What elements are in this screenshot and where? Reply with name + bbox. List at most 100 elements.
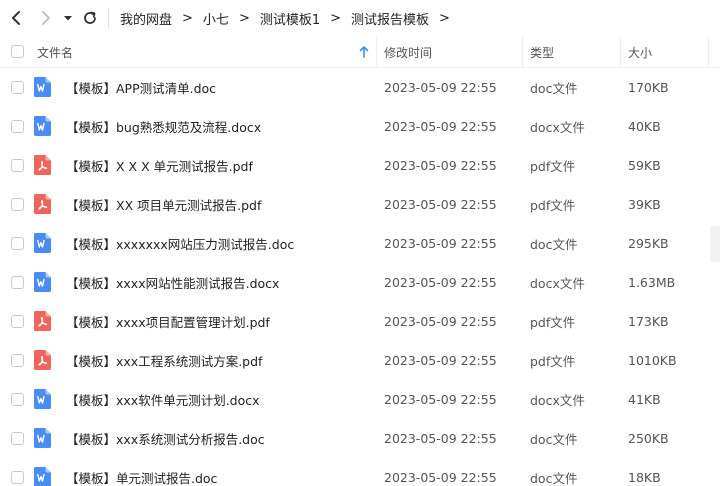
table-row[interactable]: 【模板】XX 项目单元测试报告.pdf 2023-05-09 22:55 pdf…: [0, 185, 720, 224]
file-size: 59KB: [628, 158, 661, 173]
file-size: 250KB: [628, 431, 669, 446]
file-type: docx文件: [530, 120, 585, 135]
forward-button[interactable]: [34, 5, 58, 31]
file-modified: 2023-05-09 22:55: [384, 392, 497, 407]
word-file-icon: [34, 233, 51, 253]
word-file-icon: [34, 389, 51, 409]
file-type: pdf文件: [530, 354, 576, 369]
row-checkbox[interactable]: [11, 315, 24, 328]
navigation-bar: 我的网盘 > 小七 > 测试模板1 > 测试报告模板 >: [0, 0, 720, 36]
column-divider[interactable]: [522, 36, 523, 68]
row-checkbox[interactable]: [11, 276, 24, 289]
file-name[interactable]: 【模板】xxx软件单元测计划.docx: [66, 380, 260, 419]
table-row[interactable]: 【模板】单元测试报告.doc 2023-05-09 22:55 doc文件 18…: [0, 458, 720, 486]
file-name[interactable]: 【模板】XX 项目单元测试报告.pdf: [66, 185, 261, 224]
file-modified: 2023-05-09 22:55: [384, 353, 497, 368]
table-row[interactable]: 【模板】xxx软件单元测计划.docx 2023-05-09 22:55 doc…: [0, 380, 720, 419]
column-header-name[interactable]: 文件名: [37, 36, 73, 68]
table-row[interactable]: 【模板】xxxx网站性能测试报告.docx 2023-05-09 22:55 d…: [0, 263, 720, 302]
word-file-icon: [34, 77, 51, 97]
file-size: 1.63MB: [628, 275, 676, 290]
file-name[interactable]: 【模板】xxx系统测试分析报告.doc: [66, 419, 265, 458]
table-row[interactable]: 【模板】xxxxxxx网站压力测试报告.doc 2023-05-09 22:55…: [0, 224, 720, 263]
file-type: pdf文件: [530, 315, 576, 330]
word-file-icon: [34, 428, 51, 448]
refresh-icon: [84, 11, 96, 24]
pdf-file-icon: [34, 194, 51, 214]
file-modified: 2023-05-09 22:55: [384, 158, 497, 173]
file-modified: 2023-05-09 22:55: [384, 470, 497, 485]
column-divider[interactable]: [708, 36, 709, 68]
scrollbar-thumb[interactable]: [710, 226, 720, 262]
breadcrumb-separator: >: [330, 10, 342, 26]
history-dropdown-button[interactable]: [58, 5, 78, 31]
file-name[interactable]: 【模板】单元测试报告.doc: [66, 458, 217, 486]
breadcrumb-item[interactable]: 测试模板1: [260, 9, 320, 28]
table-row[interactable]: 【模板】bug熟悉规范及流程.docx 2023-05-09 22:55 doc…: [0, 107, 720, 146]
file-size: 41KB: [628, 392, 661, 407]
file-size: 170KB: [628, 80, 669, 95]
nav-divider: [108, 8, 109, 28]
word-file-icon: [34, 467, 51, 486]
file-modified: 2023-05-09 22:55: [384, 236, 497, 251]
file-name[interactable]: 【模板】xxxx网站性能测试报告.docx: [66, 263, 279, 302]
file-name[interactable]: 【模板】X X X 单元测试报告.pdf: [66, 146, 253, 185]
row-checkbox[interactable]: [11, 159, 24, 172]
file-size: 39KB: [628, 197, 661, 212]
back-button[interactable]: [4, 5, 28, 31]
table-row[interactable]: 【模板】X X X 单元测试报告.pdf 2023-05-09 22:55 pd…: [0, 146, 720, 185]
file-name[interactable]: 【模板】xxx工程系统测试方案.pdf: [66, 341, 262, 380]
file-name[interactable]: 【模板】xxxx项目配置管理计划.pdf: [66, 302, 270, 341]
table-row[interactable]: 【模板】xxx工程系统测试方案.pdf 2023-05-09 22:55 pdf…: [0, 341, 720, 380]
word-file-icon: [34, 116, 51, 136]
file-size: 40KB: [628, 119, 661, 134]
column-divider[interactable]: [620, 36, 621, 68]
row-checkbox[interactable]: [11, 354, 24, 367]
breadcrumb-item[interactable]: 小七: [203, 9, 229, 28]
row-checkbox[interactable]: [11, 198, 24, 211]
row-checkbox[interactable]: [11, 393, 24, 406]
file-modified: 2023-05-09 22:55: [384, 197, 497, 212]
file-modified: 2023-05-09 22:55: [384, 275, 497, 290]
select-all-checkbox[interactable]: [11, 45, 24, 58]
file-list: 【模板】APP测试清单.doc 2023-05-09 22:55 doc文件 1…: [0, 68, 720, 486]
breadcrumb: 我的网盘 > 小七 > 测试模板1 > 测试报告模板 >: [120, 0, 460, 36]
file-size: 295KB: [628, 236, 669, 251]
word-file-icon: [34, 272, 51, 292]
file-type: doc文件: [530, 471, 578, 486]
column-divider[interactable]: [376, 36, 377, 68]
file-modified: 2023-05-09 22:55: [384, 314, 497, 329]
file-modified: 2023-05-09 22:55: [384, 80, 497, 95]
breadcrumb-item[interactable]: 我的网盘: [120, 9, 172, 28]
file-name[interactable]: 【模板】bug熟悉规范及流程.docx: [66, 107, 261, 146]
breadcrumb-separator: >: [439, 10, 450, 26]
pdf-file-icon: [34, 350, 51, 370]
file-size: 173KB: [628, 314, 669, 329]
file-name[interactable]: 【模板】APP测试清单.doc: [66, 68, 216, 107]
file-modified: 2023-05-09 22:55: [384, 119, 497, 134]
row-checkbox[interactable]: [11, 81, 24, 94]
file-type: docx文件: [530, 393, 585, 408]
refresh-button[interactable]: [78, 5, 102, 31]
table-row[interactable]: 【模板】xxxx项目配置管理计划.pdf 2023-05-09 22:55 pd…: [0, 302, 720, 341]
file-type: pdf文件: [530, 159, 576, 174]
chevron-right-icon: [42, 11, 50, 25]
table-row[interactable]: 【模板】APP测试清单.doc 2023-05-09 22:55 doc文件 1…: [0, 68, 720, 107]
row-checkbox[interactable]: [11, 120, 24, 133]
file-type: pdf文件: [530, 198, 576, 213]
row-checkbox[interactable]: [11, 471, 24, 484]
row-checkbox[interactable]: [11, 237, 24, 250]
file-name[interactable]: 【模板】xxxxxxx网站压力测试报告.doc: [66, 224, 294, 263]
table-row[interactable]: 【模板】xxx系统测试分析报告.doc 2023-05-09 22:55 doc…: [0, 419, 720, 458]
file-size: 1010KB: [628, 353, 677, 368]
row-checkbox[interactable]: [11, 432, 24, 445]
sort-ascending-icon[interactable]: [359, 36, 369, 68]
breadcrumb-item-current[interactable]: 测试报告模板: [351, 9, 429, 28]
column-header-type[interactable]: 类型: [530, 36, 554, 68]
file-size: 18KB: [628, 470, 661, 485]
column-header-modified[interactable]: 修改时间: [384, 36, 432, 68]
file-type: docx文件: [530, 276, 585, 291]
column-header-size[interactable]: 大小: [628, 36, 652, 68]
file-type: doc文件: [530, 237, 578, 252]
breadcrumb-separator: >: [182, 10, 193, 26]
